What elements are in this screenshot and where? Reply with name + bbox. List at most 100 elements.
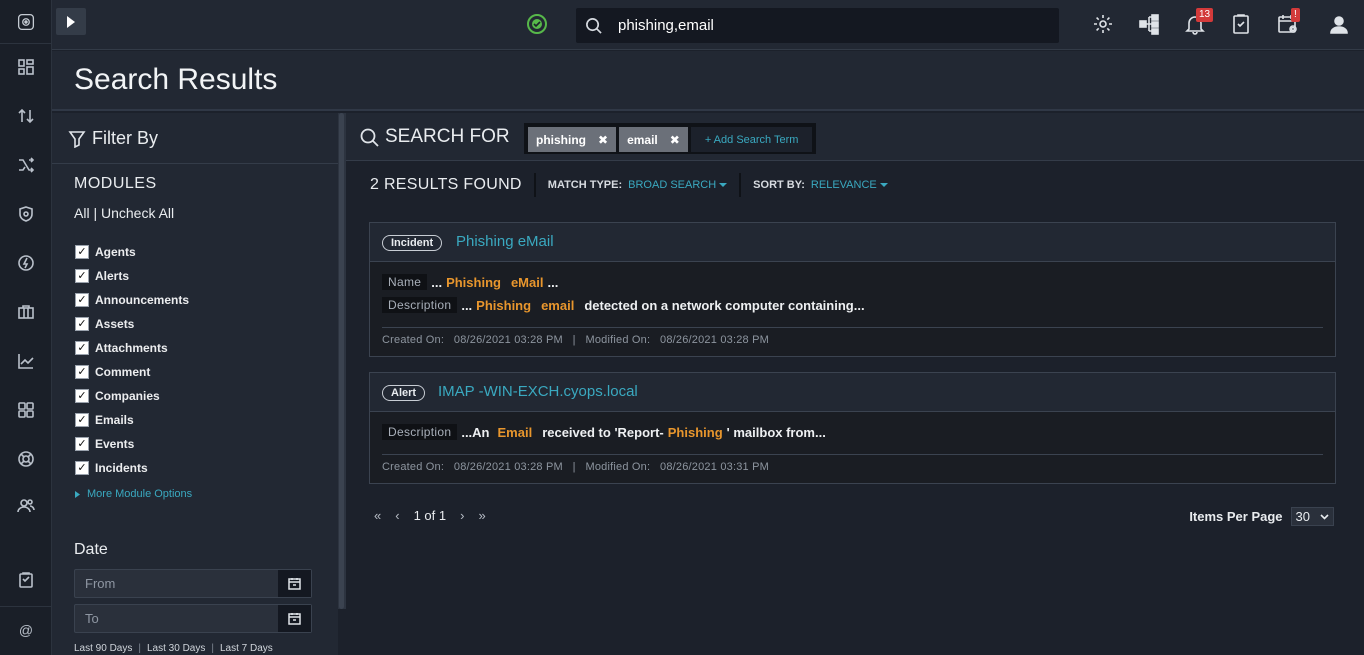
check-controls: All | Uncheck All [74,205,175,221]
filter-scrollbar[interactable] [338,113,346,609]
filter-divider [52,163,338,164]
date-from-field[interactable]: From [74,569,312,598]
result-type-badge: Incident [382,235,443,251]
add-search-term-button[interactable]: + Add Search Term [690,127,813,152]
scroll-thumb[interactable] [339,113,344,609]
checkbox[interactable]: ✓ [75,317,89,331]
next-page-icon[interactable]: › [460,508,464,523]
sort-by-dropdown[interactable]: RELEVANCE [811,179,888,191]
first-page-icon[interactable]: « [374,508,381,523]
items-per-page-select[interactable]: 30 [1290,507,1334,526]
global-search[interactable] [576,8,1059,43]
more-module-options[interactable]: More Module Options [75,488,192,500]
range-30-days[interactable]: Last 30 Days [147,643,205,654]
checkbox[interactable]: ✓ [75,437,89,451]
date-from-calendar-button[interactable] [278,570,311,597]
users-icon [17,499,35,513]
lightning-icon [18,255,34,271]
app-logo[interactable] [0,0,51,44]
result-name-line: Name ... Phishing eMail ... [382,274,558,290]
dashboard-icon [18,59,34,75]
range-90-days[interactable]: Last 90 Days [74,643,132,654]
field-label: Description [382,424,458,440]
date-to-calendar-button[interactable] [278,605,311,632]
nav-reports[interactable] [0,347,52,375]
result-dates: Created On: 08/26/2021 03:28 PM | Modifi… [382,461,770,473]
module-list: ✓ Agents ✓ Alerts ✓ Announcements ✓ Assets ✓… [75,240,189,480]
module-announcements[interactable]: ✓ Announcements [75,288,189,312]
module-emails[interactable]: ✓ Emails [75,408,189,432]
caret-down-icon [879,183,888,188]
user-profile-button[interactable] [1328,13,1352,37]
date-to-field[interactable]: To [74,604,312,633]
clipboard-check-icon [1233,14,1249,34]
nav-automation[interactable] [0,249,52,277]
nav-at[interactable]: @ [0,616,52,644]
calendar-icon [288,613,301,625]
result-description-line: Description ...An Email received to 'Rep… [382,424,826,440]
approvals-button[interactable] [1230,13,1254,37]
prev-page-icon[interactable]: ‹ [395,508,399,523]
results-summary: 2 RESULTS FOUND MATCH TYPE: BROAD SEARCH… [370,173,888,197]
nav-dashboard[interactable] [0,53,52,81]
nav-help[interactable] [0,445,52,473]
checkbox[interactable]: ✓ [75,365,89,379]
remove-term-icon[interactable]: ✖ [670,133,680,147]
nav-resources[interactable] [0,298,52,326]
module-comment[interactable]: ✓ Comment [75,360,189,384]
nav-workflows[interactable] [0,151,52,179]
health-status-icon[interactable] [526,13,548,35]
nav-tasks[interactable] [0,566,52,594]
checkbox[interactable]: ✓ [75,389,89,403]
nav-users[interactable] [0,492,52,520]
scheduled-button[interactable]: ! [1277,8,1301,37]
filter-panel: Filter By MODULES All | Uncheck All ✓ Age… [52,113,338,655]
results-panel: SEARCH FOR phishing ✖ email ✖ + Add Search… [346,113,1364,655]
result-title-link[interactable]: Phishing eMail [456,233,554,250]
module-incidents[interactable]: ✓ Incidents [75,456,189,480]
logo-icon [17,13,34,30]
scheduled-badge: ! [1291,8,1300,22]
expand-nav-button[interactable] [56,8,86,35]
grid-icon [18,402,34,418]
hierarchy-icon [1139,14,1159,35]
checkbox[interactable]: ✓ [75,461,89,475]
page-title: Search Results [74,63,278,96]
last-page-icon[interactable]: » [478,508,485,523]
nav-security[interactable] [0,200,52,228]
remove-term-icon[interactable]: ✖ [598,133,608,147]
items-per-page: Items Per Page 30 [1189,507,1334,526]
result-header: Incident Phishing eMail [370,223,1335,262]
uncheck-all-link[interactable]: Uncheck All [101,205,174,221]
match-type-dropdown[interactable]: BROAD SEARCH [628,179,728,191]
module-agents[interactable]: ✓ Agents [75,240,189,264]
checkbox[interactable]: ✓ [75,245,89,259]
caret-right-icon [75,490,80,498]
module-assets[interactable]: ✓ Assets [75,312,189,336]
module-alerts[interactable]: ✓ Alerts [75,264,189,288]
calendar-icon [288,578,301,590]
range-7-days[interactable]: Last 7 Days [220,643,273,654]
hierarchy-button[interactable] [1138,13,1162,37]
notifications-button[interactable]: 13 [1184,8,1214,37]
nav-apps[interactable] [0,396,52,424]
result-title-link[interactable]: IMAP -WIN-EXCH.cyops.local [438,383,638,400]
check-all-link[interactable]: All [74,205,90,221]
module-attachments[interactable]: ✓ Attachments [75,336,189,360]
checkbox[interactable]: ✓ [75,341,89,355]
notifications-badge: 13 [1196,8,1214,22]
clipboard-icon [19,572,33,588]
search-input[interactable] [618,8,1048,43]
pagination: « ‹ 1 of 1 › » [374,508,486,523]
checkbox[interactable]: ✓ [75,269,89,283]
search-for-bar: SEARCH FOR phishing ✖ email ✖ + Add Search… [346,113,1364,161]
checkbox[interactable]: ✓ [75,413,89,427]
term-chip: email ✖ [619,127,688,152]
nav-queue[interactable] [0,102,52,130]
result-header: Alert IMAP -WIN-EXCH.cyops.local [370,373,1335,412]
module-companies[interactable]: ✓ Companies [75,384,189,408]
checkbox[interactable]: ✓ [75,293,89,307]
settings-button[interactable] [1092,13,1116,37]
result-card: Alert IMAP -WIN-EXCH.cyops.local Descrip… [369,372,1336,484]
module-events[interactable]: ✓ Events [75,432,189,456]
